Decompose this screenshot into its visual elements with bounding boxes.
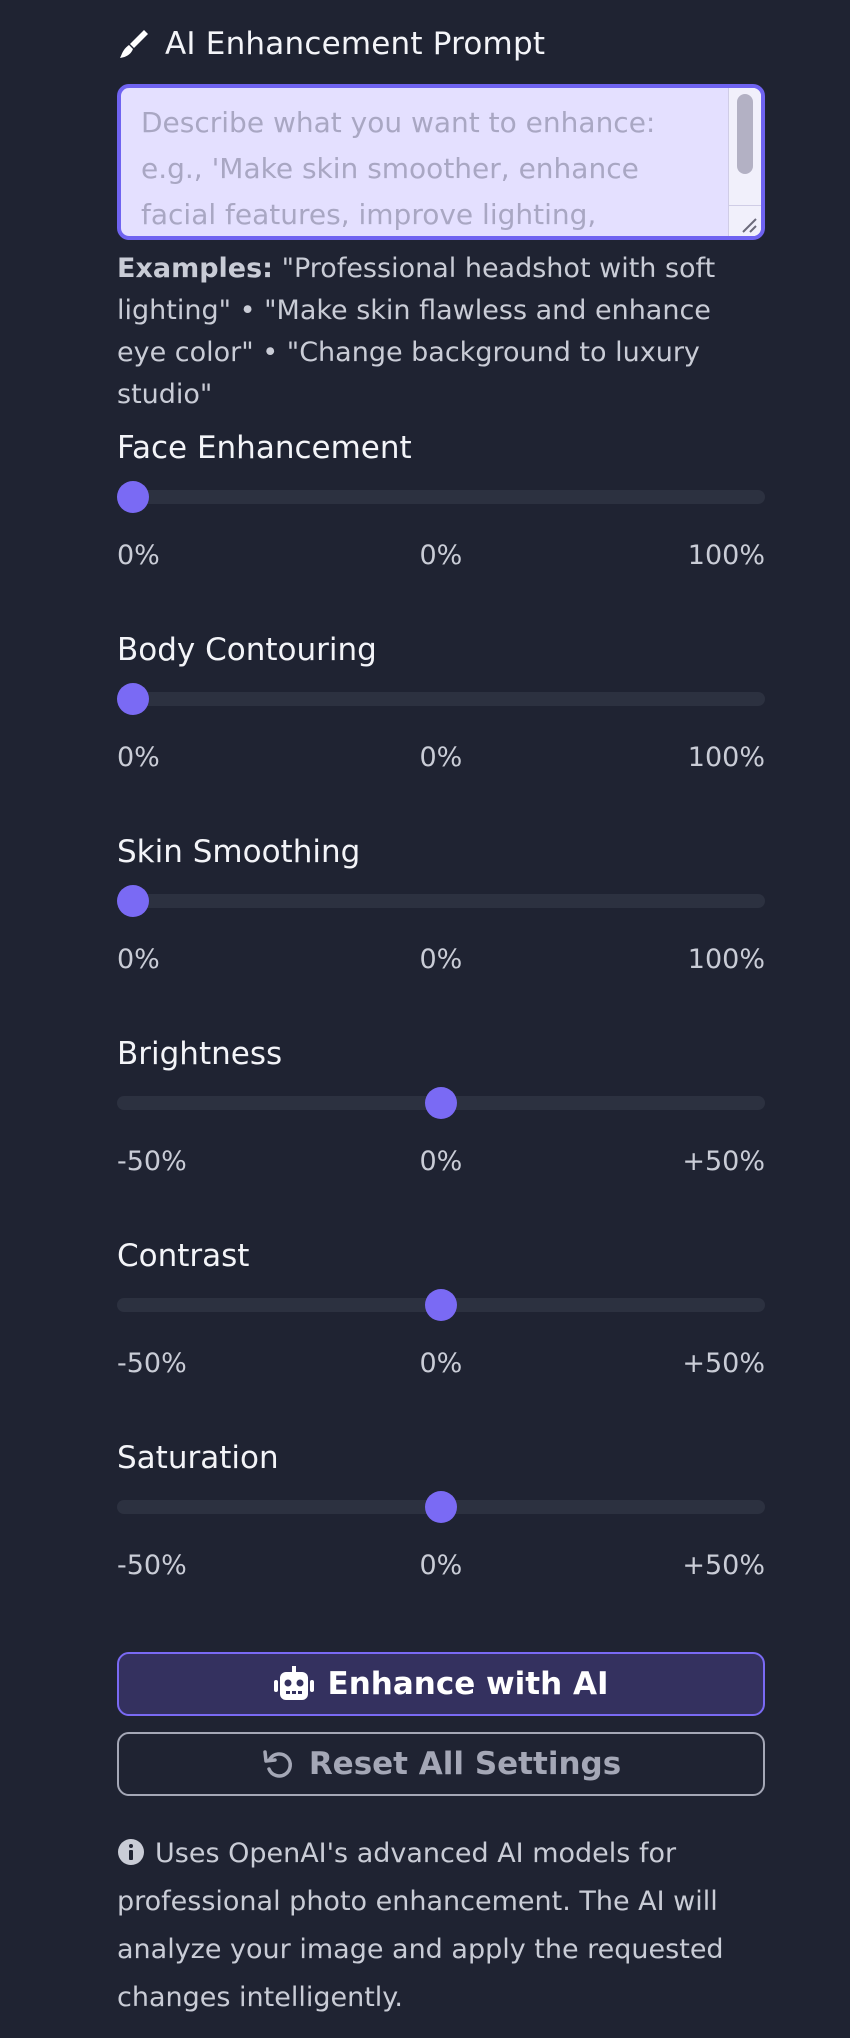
slider-min-label: -50% bbox=[117, 1348, 187, 1379]
slider-label: Face Enhancement bbox=[117, 430, 412, 466]
reset-button[interactable]: Reset All Settings bbox=[117, 1732, 765, 1796]
slider-skin-smoothing: Skin Smoothing 0% 0% 100% bbox=[117, 834, 765, 975]
info-note: Uses OpenAI's advanced AI models for pro… bbox=[117, 1830, 765, 2022]
resize-grip-icon[interactable] bbox=[729, 205, 761, 236]
slider-min-label: 0% bbox=[117, 944, 160, 975]
prompt-textarea[interactable] bbox=[121, 88, 721, 236]
undo-icon bbox=[263, 1750, 292, 1778]
slider-track[interactable] bbox=[117, 894, 765, 908]
slider-max-label: +50% bbox=[682, 1348, 765, 1379]
slider-thumb[interactable] bbox=[117, 683, 149, 715]
examples-label: Examples: bbox=[117, 253, 273, 284]
slider-thumb[interactable] bbox=[425, 1491, 457, 1523]
slider-label: Skin Smoothing bbox=[117, 834, 361, 870]
slider-label: Body Contouring bbox=[117, 632, 377, 668]
brush-icon bbox=[120, 30, 148, 58]
examples-text: Examples: "Professional headshot with so… bbox=[117, 248, 765, 416]
reset-button-label: Reset All Settings bbox=[308, 1746, 622, 1782]
slider-brightness: Brightness -50% 0% +50% bbox=[117, 1036, 765, 1177]
slider-label: Saturation bbox=[117, 1440, 279, 1476]
slider-max-label: +50% bbox=[682, 1146, 765, 1177]
info-icon bbox=[118, 1839, 144, 1865]
prompt-scrollbar-thumb[interactable] bbox=[737, 94, 753, 174]
section-title: AI Enhancement Prompt bbox=[165, 26, 546, 62]
slider-face-enhancement: Face Enhancement 0% 0% 100% bbox=[117, 430, 765, 571]
prompt-textarea-container[interactable] bbox=[117, 84, 765, 240]
slider-max-label: 100% bbox=[687, 944, 765, 975]
slider-saturation: Saturation -50% 0% +50% bbox=[117, 1440, 765, 1581]
slider-min-label: -50% bbox=[117, 1146, 187, 1177]
slider-max-label: +50% bbox=[682, 1550, 765, 1581]
slider-label: Contrast bbox=[117, 1238, 250, 1274]
slider-track[interactable] bbox=[117, 692, 765, 706]
slider-max-label: 100% bbox=[687, 742, 765, 773]
slider-min-label: 0% bbox=[117, 742, 160, 773]
slider-min-label: -50% bbox=[117, 1550, 187, 1581]
slider-track[interactable] bbox=[117, 490, 765, 504]
slider-thumb[interactable] bbox=[117, 885, 149, 917]
enhance-button[interactable]: Enhance with AI bbox=[117, 1652, 765, 1716]
slider-label: Brightness bbox=[117, 1036, 283, 1072]
info-text: Uses OpenAI's advanced AI models for pro… bbox=[117, 1838, 724, 2013]
section-header: AI Enhancement Prompt bbox=[117, 20, 545, 68]
slider-body-contouring: Body Contouring 0% 0% 100% bbox=[117, 632, 765, 773]
slider-thumb[interactable] bbox=[425, 1289, 457, 1321]
slider-thumb[interactable] bbox=[117, 481, 149, 513]
enhancement-panel: AI Enhancement Prompt Examples: "Profess… bbox=[0, 0, 850, 2038]
robot-icon bbox=[273, 1666, 314, 1700]
enhance-button-label: Enhance with AI bbox=[327, 1666, 609, 1702]
slider-thumb[interactable] bbox=[425, 1087, 457, 1119]
slider-contrast: Contrast -50% 0% +50% bbox=[117, 1238, 765, 1379]
slider-min-label: 0% bbox=[117, 540, 160, 571]
slider-max-label: 100% bbox=[687, 540, 765, 571]
